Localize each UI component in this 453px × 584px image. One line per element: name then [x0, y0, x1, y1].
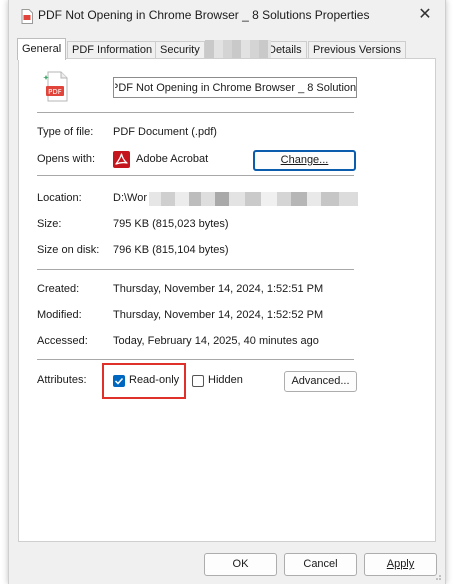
advanced-button-label: Advanced...: [291, 375, 350, 387]
checkmark-icon: [114, 377, 124, 385]
separator: [37, 269, 354, 270]
modified-value: Thursday, November 14, 2024, 1:52:52 PM: [113, 309, 324, 321]
change-button-label: Change...: [280, 154, 329, 166]
advanced-button[interactable]: Advanced...: [284, 371, 357, 392]
redacted-location: [149, 192, 358, 206]
apply-button[interactable]: Apply: [364, 553, 437, 576]
separator: [37, 112, 354, 113]
location-label: Location:: [37, 192, 82, 204]
title-bar[interactable]: PDF Not Opening in Chrome Browser _ 8 So…: [9, 0, 445, 32]
type-of-file-value: PDF Document (.pdf): [113, 126, 217, 138]
attributes-label: Attributes:: [37, 374, 87, 386]
close-button[interactable]: ✕: [405, 0, 445, 30]
pdf-document-icon: PDF: [43, 71, 68, 102]
window-title: PDF Not Opening in Chrome Browser _ 8 So…: [38, 8, 370, 22]
apply-button-label: Apply: [386, 558, 415, 570]
cancel-button-label: Cancel: [303, 558, 338, 570]
tab-pdf-information[interactable]: PDF Information: [67, 41, 158, 59]
size-on-disk-label: Size on disk:: [37, 244, 100, 256]
ok-button[interactable]: OK: [204, 553, 277, 576]
tab-security[interactable]: Security: [155, 41, 205, 59]
pdf-file-icon: [21, 9, 33, 24]
accessed-value: Today, February 14, 2025, 40 minutes ago: [113, 335, 319, 347]
separator: [37, 359, 354, 360]
readonly-label[interactable]: Read-only: [129, 374, 179, 386]
filename-input[interactable]: [113, 77, 357, 98]
opens-with-label: Opens with:: [37, 153, 96, 165]
properties-dialog: PDF Not Opening in Chrome Browser _ 8 So…: [8, 0, 446, 584]
location-value: D:\Wor: [113, 192, 148, 204]
size-value: 795 KB (815,023 bytes): [113, 218, 229, 230]
opens-with-app: Adobe Acrobat: [136, 153, 209, 165]
accessed-label: Accessed:: [37, 335, 88, 347]
pdf-icon-label: PDF: [48, 88, 62, 96]
ok-button-label: OK: [232, 558, 249, 570]
redacted-tab-area: [205, 40, 271, 58]
cancel-button[interactable]: Cancel: [284, 553, 357, 576]
readonly-checkbox[interactable]: [113, 375, 125, 387]
resize-grip-icon[interactable]: [432, 571, 442, 581]
close-icon: ✕: [418, 6, 432, 23]
hidden-checkbox[interactable]: [192, 375, 204, 387]
tab-previous-versions[interactable]: Previous Versions: [308, 41, 407, 59]
general-tab-panel: PDF Type of file: PDF Document (.pdf) Op…: [18, 58, 436, 542]
created-label: Created:: [37, 283, 80, 295]
change-button[interactable]: Change...: [253, 150, 356, 171]
created-value: Thursday, November 14, 2024, 1:52:51 PM: [113, 283, 324, 295]
acrobat-icon: [113, 151, 130, 168]
size-on-disk-value: 796 KB (815,104 bytes): [113, 244, 229, 256]
tab-general[interactable]: General: [17, 38, 67, 60]
size-label: Size:: [37, 218, 62, 230]
modified-label: Modified:: [37, 309, 82, 321]
type-of-file-label: Type of file:: [37, 126, 94, 138]
hidden-label[interactable]: Hidden: [208, 374, 243, 386]
separator: [37, 175, 354, 176]
